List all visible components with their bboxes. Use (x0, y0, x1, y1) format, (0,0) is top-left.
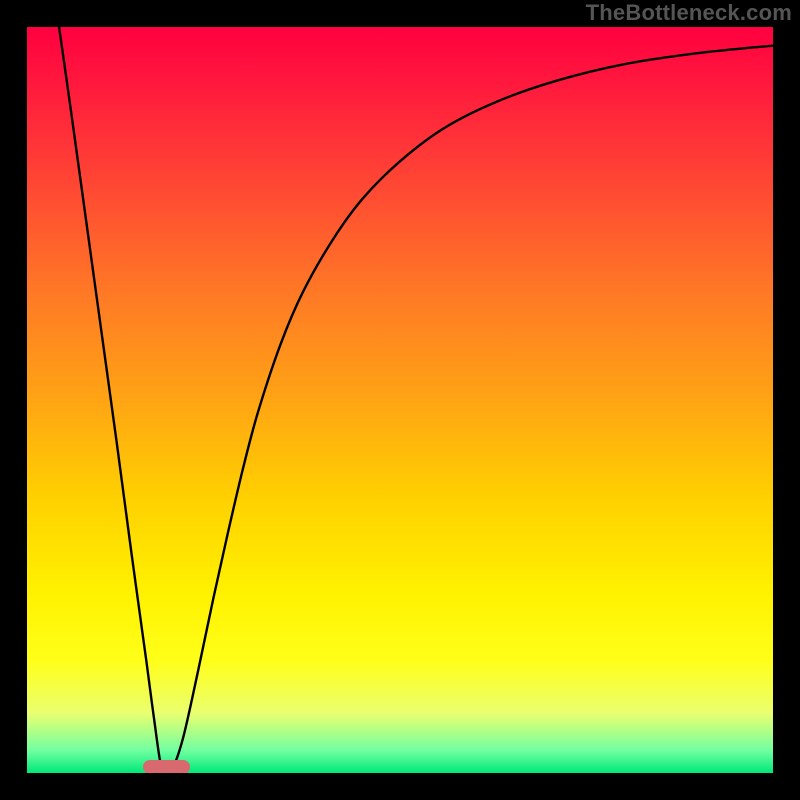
optimal-point-marker (143, 760, 191, 773)
chart-frame (27, 27, 773, 773)
bottleneck-curve-path (59, 27, 773, 772)
chart-curve (27, 27, 773, 773)
watermark-text: TheBottleneck.com (586, 0, 792, 26)
